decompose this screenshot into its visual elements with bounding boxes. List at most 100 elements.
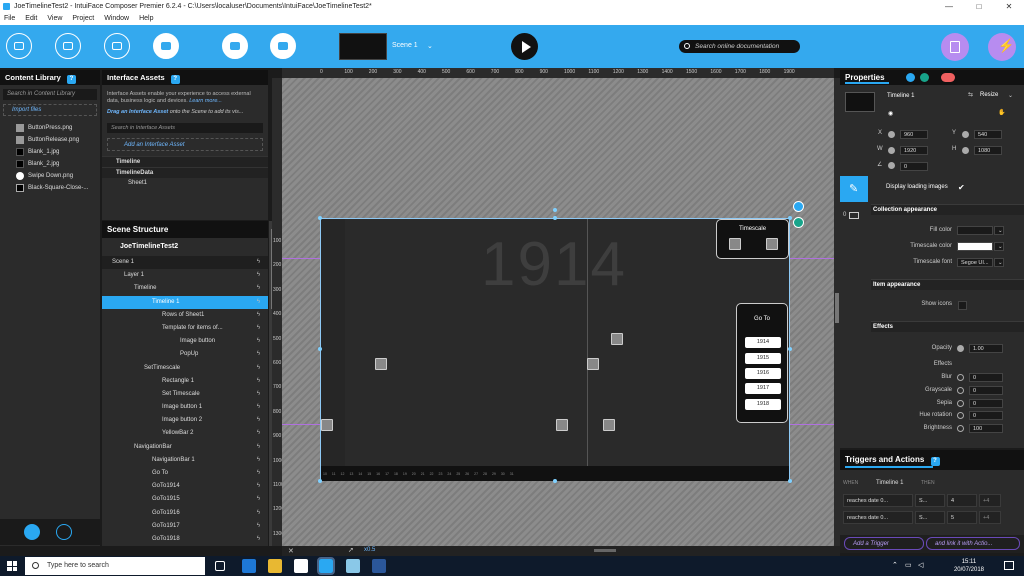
trigger-bolt-icon[interactable]: ϟ (257, 507, 260, 520)
device-button[interactable] (55, 33, 81, 59)
layers-button[interactable] (270, 33, 296, 59)
add-interface-asset-button[interactable]: Add an Interface Asset (107, 138, 263, 151)
scene-tree-row[interactable]: SetTimescale ϟ (102, 362, 268, 375)
sepia-toggle[interactable] (957, 400, 964, 407)
opacity-toggle[interactable] (957, 345, 964, 352)
library-item[interactable]: ButtonRelease.png (0, 134, 100, 146)
trigger-bolt-icon[interactable]: ϟ (257, 362, 260, 375)
trigger-bolt-icon[interactable]: ϟ (257, 520, 260, 533)
image-button[interactable] (611, 333, 623, 345)
tag-icon[interactable] (941, 73, 955, 82)
scrollbar-thumb[interactable] (835, 293, 839, 323)
import-files-button[interactable]: Import files (3, 104, 97, 116)
trigger-bolt-icon[interactable]: ϟ (257, 480, 260, 493)
trigger-action[interactable]: S... (915, 494, 945, 507)
chevron-down-icon[interactable]: ⌄ (994, 226, 1004, 235)
chevron-down-icon[interactable]: ⌄ (994, 258, 1004, 267)
zoom-out-button[interactable] (729, 238, 741, 250)
lock-angle-toggle[interactable] (888, 162, 895, 169)
resize-mode[interactable]: Resize (980, 92, 998, 98)
chevron-down-icon[interactable]: ⌄ (994, 242, 1004, 251)
resize-handle[interactable] (318, 216, 322, 220)
trigger-bolt-icon[interactable]: ϟ (257, 454, 260, 467)
task-view-icon[interactable] (215, 561, 225, 571)
play-button[interactable] (511, 33, 538, 60)
scene-tree-row[interactable]: GoTo1917 ϟ (102, 520, 268, 533)
minimize-button[interactable]: — (934, 0, 964, 13)
trigger-icon[interactable] (793, 217, 804, 228)
w-field[interactable]: 1920 (900, 146, 928, 155)
word-icon[interactable] (372, 559, 386, 573)
scene-tree-row[interactable]: GoTo1915 ϟ (102, 493, 268, 506)
scene-thumbnail[interactable] (339, 33, 387, 60)
scene-tree-row[interactable]: Set Timescale ϟ (102, 388, 268, 401)
rotate-handle[interactable] (553, 208, 557, 212)
grayscale-toggle[interactable] (957, 387, 964, 394)
image-button[interactable] (603, 419, 615, 431)
link-action-button[interactable]: and link it with Actio... (926, 537, 1020, 550)
help-icon[interactable]: ? (930, 457, 940, 466)
learn-more-link[interactable]: Learn more... (189, 98, 222, 104)
help-icon[interactable]: ? (66, 75, 76, 84)
trigger-bolt-icon[interactable]: ϟ (257, 282, 260, 295)
trigger-bolt-icon[interactable]: ϟ (257, 375, 260, 388)
goto-1918-button[interactable]: 1918 (745, 399, 781, 410)
chevron-down-icon[interactable]: ⌄ (427, 42, 433, 50)
trigger-target[interactable]: 4 (947, 494, 977, 507)
scene-tree-row[interactable]: Layer 1 ϟ (102, 269, 268, 282)
scene-tree-row[interactable]: GoTo1914 ϟ (102, 480, 268, 493)
scene-tree-row[interactable]: Image button ϟ (102, 335, 268, 348)
timescale-font-field[interactable]: Segoe UI... (957, 258, 993, 267)
goto-1917-button[interactable]: 1917 (745, 383, 781, 394)
intuiface-icon[interactable] (317, 557, 335, 575)
image-button[interactable] (587, 358, 599, 370)
people-icon[interactable]: ⌃ (892, 561, 898, 569)
collection-appearance-section[interactable]: Collection appearance (871, 204, 1024, 215)
resize-handle[interactable] (553, 479, 557, 483)
lock-y-toggle[interactable] (962, 131, 969, 138)
trigger-bolt-icon[interactable]: ϟ (257, 296, 260, 309)
trigger-bolt-icon[interactable]: ϟ (257, 401, 260, 414)
chevron-down-icon[interactable]: ⌄ (1008, 92, 1013, 99)
scene-tree-row[interactable]: Image button 1 ϟ (102, 401, 268, 414)
close-button[interactable]: ✕ (994, 0, 1024, 13)
show-icons-checkbox[interactable] (958, 301, 967, 310)
help-icon[interactable]: ? (170, 75, 180, 84)
asset-group-timelinedata[interactable]: TimelineData (102, 167, 268, 178)
lock-h-toggle[interactable] (962, 147, 969, 154)
trigger-bolt-icon[interactable]: ϟ (257, 322, 260, 335)
menu-help[interactable]: Help (139, 13, 153, 25)
menu-view[interactable]: View (47, 13, 62, 25)
trigger-bolt-icon[interactable]: ϟ (257, 427, 260, 440)
trigger-row[interactable]: reaches date 0... S... 5 +4 (843, 511, 1021, 524)
edge-icon[interactable] (242, 559, 256, 573)
goto-1916-button[interactable]: 1916 (745, 368, 781, 379)
scene-tree-row[interactable]: Image button 2 ϟ (102, 414, 268, 427)
scene-tree-row[interactable]: GoTo1918 ϟ (102, 533, 268, 546)
library-item[interactable]: Blank_1.jpg (0, 146, 100, 158)
asset-child-sheet1[interactable]: Sheet1 (102, 178, 268, 189)
scene-tree-row[interactable]: NavigationBar ϟ (102, 441, 268, 454)
library-item[interactable]: Black-Square-Close-... (0, 182, 100, 194)
grid-view-icon[interactable] (56, 524, 72, 540)
scene-tree-row[interactable]: Timeline ϟ (102, 282, 268, 295)
scene-tree-row[interactable]: Go To ϟ (102, 467, 268, 480)
menu-file[interactable]: File (4, 13, 15, 25)
effects-section[interactable]: Effects (871, 321, 1024, 332)
scene-selector-label[interactable]: Scene 1 (392, 42, 418, 49)
trigger-condition[interactable]: reaches date 0... (843, 494, 913, 507)
trigger-target[interactable]: 5 (947, 511, 977, 524)
goto-1914-button[interactable]: 1914 (745, 337, 781, 348)
fill-color-swatch[interactable] (957, 226, 993, 235)
publish-button[interactable]: ⚡ (988, 33, 1016, 61)
file-explorer-icon[interactable] (268, 559, 282, 573)
trigger-action[interactable]: S... (915, 511, 945, 524)
library-item[interactable]: ButtonPress.png (0, 122, 100, 134)
display-loading-checkbox[interactable]: ✔ (958, 183, 965, 192)
asset-group-timeline[interactable]: Timeline (102, 156, 268, 167)
search-documentation-input[interactable]: Search online documentation (679, 40, 800, 53)
visibility-icon[interactable]: ◉ (888, 110, 893, 117)
brightness-toggle[interactable] (957, 425, 964, 432)
resize-handle[interactable] (318, 479, 322, 483)
scene-tree-row[interactable]: GoTo1916 ϟ (102, 507, 268, 520)
